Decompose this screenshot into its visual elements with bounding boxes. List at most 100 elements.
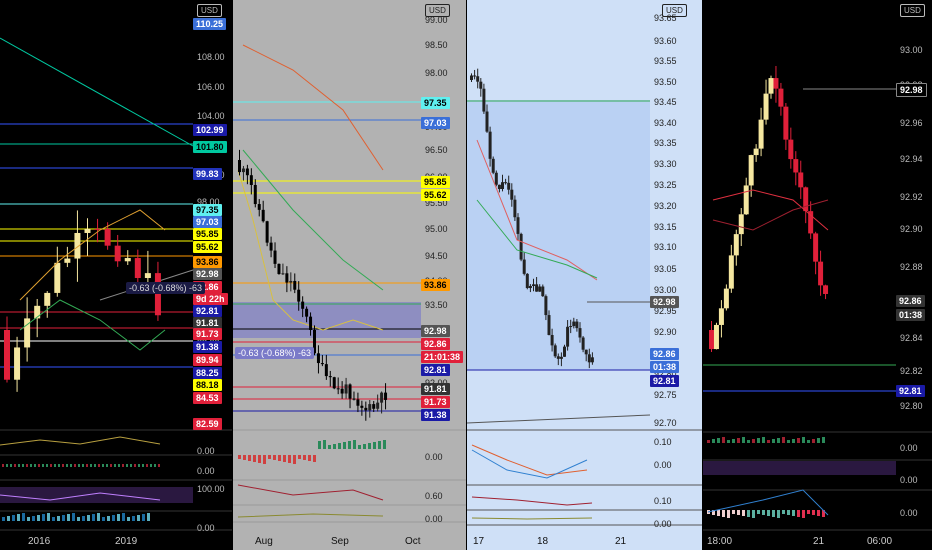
histogram-bar [253, 455, 256, 462]
price-tag[interactable]: 91.73 [421, 396, 450, 408]
candle-body [569, 326, 573, 328]
price-tag[interactable]: 89.94 [193, 354, 222, 366]
histogram-bar [737, 510, 740, 515]
indicator-line [0, 436, 161, 446]
price-tick: 92.75 [654, 390, 677, 400]
price-tag[interactable]: 88.18 [193, 379, 222, 391]
price-tag[interactable]: 95.85 [421, 176, 450, 188]
candle-body [384, 392, 388, 400]
indicator-line [242, 44, 384, 171]
histogram-bar [22, 513, 25, 521]
histogram-bar [762, 437, 765, 443]
price-tag[interactable]: 102.99 [193, 124, 227, 136]
histogram-bar [707, 440, 710, 443]
candle-body [253, 184, 257, 205]
price-tag[interactable]: 110.25 [193, 18, 227, 30]
price-tick: 98.50 [425, 40, 448, 50]
histogram-bar [27, 517, 30, 521]
indicator-line [19, 299, 166, 351]
price-tag[interactable]: 92.98 [896, 83, 927, 97]
candle-body [265, 221, 269, 243]
price-tag[interactable]: 01:38 [896, 309, 926, 321]
candle-body [748, 155, 754, 186]
histogram-bar [38, 464, 40, 467]
price-tag[interactable]: 95.62 [193, 241, 222, 253]
candle-body [479, 81, 483, 89]
price-tag[interactable]: 97.03 [193, 216, 222, 228]
histogram-bar [817, 438, 820, 443]
histogram-bar [727, 440, 730, 443]
histogram-bar [787, 510, 790, 515]
price-tag[interactable]: 92.98 [650, 296, 679, 308]
price-tag[interactable]: 92.81 [421, 364, 450, 376]
candle-body [559, 356, 563, 359]
histogram-bar [812, 510, 815, 515]
candle-body [316, 353, 320, 364]
histogram-bar [12, 515, 15, 521]
histogram-bar [732, 510, 735, 514]
histogram-bar [154, 464, 156, 467]
price-tick: 94.50 [425, 251, 448, 261]
price-tag[interactable]: 93.86 [193, 256, 222, 268]
price-tag[interactable]: 97.35 [421, 97, 450, 109]
histogram-bar [383, 440, 386, 449]
histogram-bar [313, 455, 316, 462]
panel-m15[interactable]: USD 93.00 92.98 92.96 92.94 92.92 92.90 92.88 92… [703, 0, 932, 550]
indicator-tick: 0.00 [425, 452, 443, 462]
histogram-bar [762, 510, 765, 515]
price-tag[interactable]: 97.03 [421, 117, 450, 129]
panel-daily[interactable]: USD99.0098.5098.0097.5097.0096.5096.0095… [233, 0, 466, 550]
price-tag[interactable]: 01:38 [650, 361, 680, 373]
panel-hourly[interactable]: USD 93.65 93.60 93.55 93.50 93.45 93.40 93.35 93… [467, 0, 702, 550]
histogram-bar [802, 437, 805, 443]
price-tag[interactable]: 99.83 [193, 168, 222, 180]
histogram-bar [363, 444, 366, 449]
price-tag[interactable]: 92.86 [421, 338, 450, 350]
candle-body [566, 326, 570, 347]
price-tag[interactable]: 21:01:38 [421, 351, 464, 363]
price-tag[interactable]: 84.53 [193, 392, 222, 404]
m15-price-axis[interactable]: USD 93.00 92.98 92.96 92.94 92.92 92.90 92.88 92… [896, 0, 932, 550]
price-tag[interactable]: 91.38 [421, 409, 450, 421]
candle-body [513, 199, 517, 218]
price-tag[interactable]: 92.81 [896, 385, 925, 397]
price-tag[interactable]: 95.62 [421, 189, 450, 201]
price-tick: 98.00 [425, 68, 448, 78]
candle-body [309, 316, 313, 331]
histogram-bar [258, 455, 261, 463]
candle-body [285, 273, 289, 283]
histogram-bar [717, 438, 720, 443]
price-tag[interactable]: 91.81 [421, 383, 450, 395]
histogram-bar [752, 510, 755, 518]
histogram-bar [130, 464, 132, 467]
price-tag[interactable]: 101.80 [193, 141, 227, 153]
price-tag[interactable]: 97.35 [193, 204, 222, 216]
price-tag[interactable]: 91.38 [193, 341, 222, 353]
price-tick: 92.70 [654, 418, 677, 428]
price-tag[interactable]: 92.81 [650, 375, 679, 387]
histogram-bar [17, 514, 20, 521]
price-tag[interactable]: 9d 22h [193, 293, 228, 305]
daily-price-axis[interactable]: USD99.0098.5098.0097.5097.0096.5096.0095… [421, 0, 466, 550]
histogram-bar [807, 510, 810, 514]
candle-body [470, 75, 473, 80]
indicator-line [237, 513, 384, 518]
price-tag[interactable]: 92.81 [193, 305, 222, 317]
panel-weekly[interactable]: USD108.00106.00104.00102.00100.0098.0096… [0, 0, 232, 550]
candle-body [550, 334, 554, 346]
price-tag[interactable]: 95.85 [193, 228, 222, 240]
price-tag[interactable]: 93.86 [421, 279, 450, 291]
weekly-price-axis[interactable]: USD108.00106.00104.00102.00100.0098.0096… [193, 0, 232, 550]
histogram-bar [777, 438, 780, 443]
price-tag[interactable]: 92.86 [896, 295, 925, 307]
price-tag[interactable]: 92.98 [193, 268, 222, 280]
price-tag[interactable]: 92.86 [650, 348, 679, 360]
histogram-bar [2, 517, 5, 521]
price-tag[interactable]: 82.59 [193, 418, 222, 430]
price-tag[interactable]: 88.25 [193, 367, 222, 379]
price-tag[interactable]: 91.73 [193, 328, 222, 340]
price-tag[interactable]: 92.98 [421, 325, 450, 337]
m15-time-label-2: 21 [813, 536, 825, 547]
hourly-price-axis[interactable]: USD 93.65 93.60 93.55 93.50 93.45 93.40 93.35 93… [650, 0, 702, 550]
m15-time-label-3: 06:00 [867, 536, 893, 547]
